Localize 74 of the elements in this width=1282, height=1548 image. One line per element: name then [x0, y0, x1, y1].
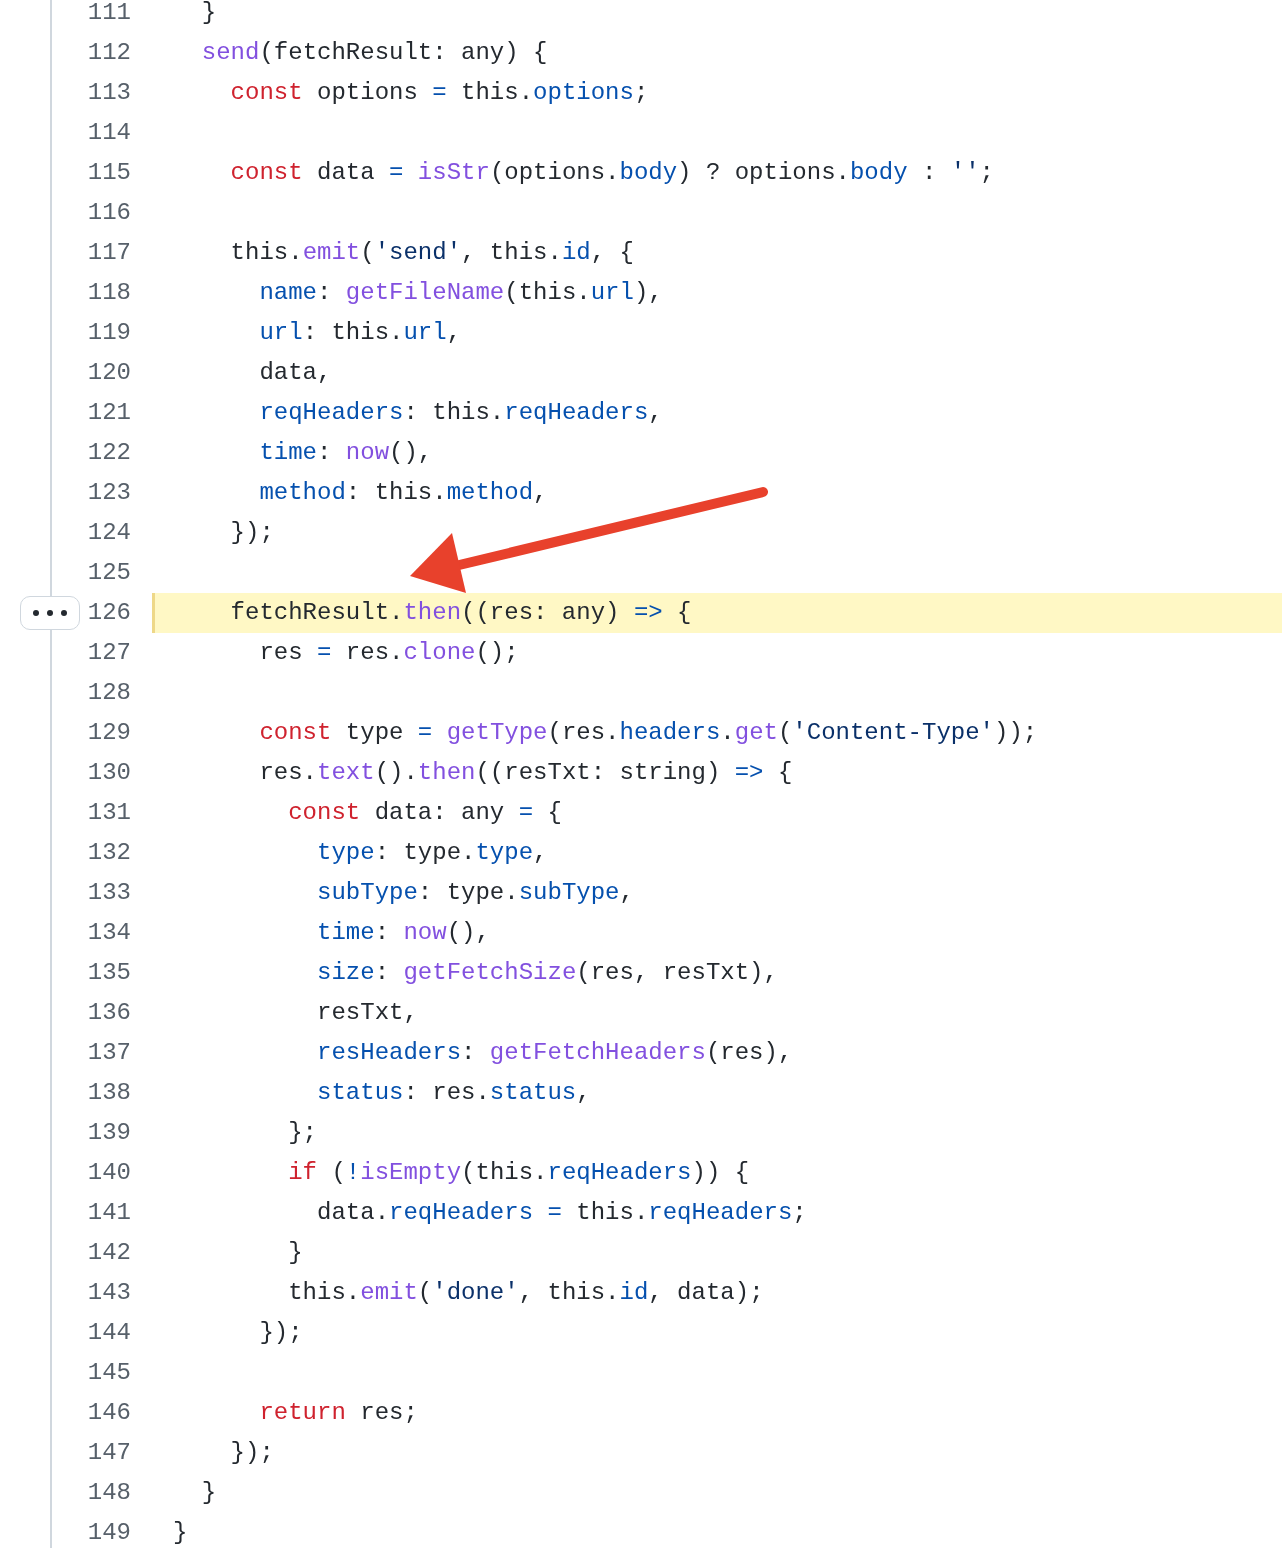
code-line: resHeaders: getFetchHeaders(res), — [316, 1038, 794, 1068]
line-number: 119 — [87, 318, 131, 348]
code-line: const data = isStr(options.body) ? options.body : ''; — [229, 158, 995, 188]
code-line: resTxt, — [316, 998, 419, 1028]
code-line: return res; — [258, 1398, 419, 1428]
line-number: 125 — [87, 558, 131, 588]
code-line: name: getFileName(this.url), — [258, 278, 664, 308]
code-line: const type = getType(res.headers.get('Content-Type')); — [258, 718, 1039, 748]
line-number: 144 — [87, 1318, 131, 1348]
more-options-button[interactable] — [20, 596, 80, 630]
line-number: 130 — [87, 758, 131, 788]
line-number: 135 — [87, 958, 131, 988]
line-number: 126 — [87, 598, 131, 628]
code-line: data, — [258, 358, 333, 388]
line-number: 118 — [87, 278, 131, 308]
code-line: } — [172, 1518, 189, 1548]
line-number: 129 — [87, 718, 131, 748]
line-number: 115 — [87, 158, 131, 188]
line-number: 138 — [87, 1078, 131, 1108]
code-line: }); — [229, 1438, 275, 1468]
line-number: 116 — [87, 198, 131, 228]
code-line: time: now(), — [316, 918, 491, 948]
code-line: res = res.clone(); — [258, 638, 520, 668]
line-number: 123 — [87, 478, 131, 508]
line-number: 145 — [87, 1358, 131, 1388]
line-number: 136 — [87, 998, 131, 1028]
code-line: } — [200, 0, 218, 28]
line-number: 134 — [87, 918, 131, 948]
line-number: 121 — [87, 398, 131, 428]
code-line: if (!isEmpty(this.reqHeaders)) { — [287, 1158, 751, 1188]
code-line: } — [200, 1478, 218, 1508]
line-number: 114 — [87, 118, 131, 148]
code-line: }); — [229, 518, 275, 548]
code-line: }); — [258, 1318, 304, 1348]
line-number: 137 — [87, 1038, 131, 1068]
code-line: res.text().then((resTxt: string) => { — [258, 758, 794, 788]
line-number: 117 — [87, 238, 131, 268]
line-number: 128 — [87, 678, 131, 708]
line-number: 143 — [87, 1278, 131, 1308]
code-line: method: this.method, — [258, 478, 549, 508]
line-number: 139 — [87, 1118, 131, 1148]
line-number: 147 — [87, 1438, 131, 1468]
ellipsis-icon — [33, 610, 67, 616]
code-line: url: this.url, — [258, 318, 463, 348]
line-number: 142 — [87, 1238, 131, 1268]
line-number: 148 — [87, 1478, 131, 1508]
line-number: 132 — [87, 838, 131, 868]
line-number: 140 — [87, 1158, 131, 1188]
line-number: 112 — [87, 38, 131, 68]
code-line: reqHeaders: this.reqHeaders, — [258, 398, 664, 428]
code-line: type: type.type, — [316, 838, 549, 868]
code-line: time: now(), — [258, 438, 434, 468]
code-line: data.reqHeaders = this.reqHeaders; — [316, 1198, 808, 1228]
line-number: 122 — [87, 438, 131, 468]
code-line: } — [287, 1238, 304, 1268]
code-line: subType: type.subType, — [316, 878, 635, 908]
line-number: 127 — [87, 638, 131, 668]
code-line: const options = this.options; — [229, 78, 650, 108]
code-line: this.emit('send', this.id, { — [229, 238, 635, 268]
line-number: 113 — [87, 78, 131, 108]
code-line: send(fetchResult: any) { — [200, 38, 549, 68]
line-number: 149 — [87, 1518, 131, 1548]
line-number: 124 — [87, 518, 131, 548]
code-line: this.emit('done', this.id, data); — [287, 1278, 765, 1308]
code-line: const data: any = { — [287, 798, 563, 828]
code-line: status: res.status, — [316, 1078, 592, 1108]
code-line: size: getFetchSize(res, resTxt), — [316, 958, 779, 988]
line-number: 131 — [87, 798, 131, 828]
line-number: 111 — [87, 0, 131, 28]
line-number: 120 — [87, 358, 131, 388]
line-number: 141 — [87, 1198, 131, 1228]
line-number: 133 — [87, 878, 131, 908]
line-number: 146 — [87, 1398, 131, 1428]
code-line: }; — [287, 1118, 319, 1148]
